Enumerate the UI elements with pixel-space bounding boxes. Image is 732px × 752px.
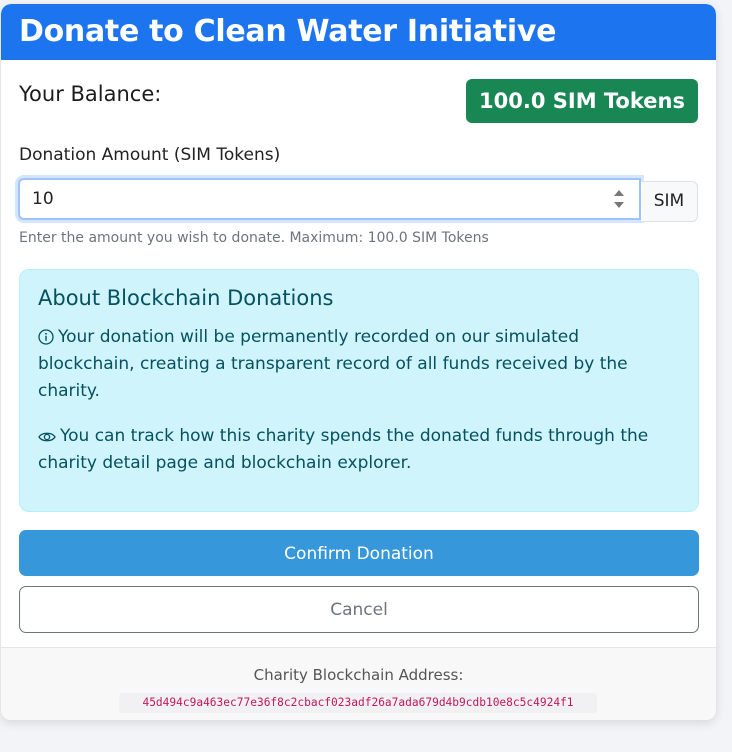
info-paragraph-record: Your donation will be permanently record…	[38, 324, 678, 405]
eye-icon	[38, 432, 56, 442]
donation-amount-field[interactable]	[18, 178, 641, 220]
balance-label: Your Balance:	[19, 82, 162, 106]
spinner-up-icon[interactable]	[614, 190, 624, 196]
info-paragraph-track-text: You can track how this charity spends th…	[38, 426, 649, 473]
donation-amount-input[interactable]	[20, 180, 624, 218]
card-header: Donate to Clean Water Initiative	[1, 4, 716, 60]
donation-card: Donate to Clean Water Initiative Your Ba…	[1, 4, 716, 720]
donation-help-text: Enter the amount you wish to donate. Max…	[19, 230, 489, 246]
confirm-donation-button[interactable]: Confirm Donation	[19, 530, 699, 576]
balance-badge: 100.0 SIM Tokens	[466, 79, 698, 123]
info-paragraph-track: You can track how this charity spends th…	[38, 423, 678, 477]
unit-addon: SIM	[641, 181, 698, 222]
info-circle-icon	[38, 329, 54, 345]
cancel-button[interactable]: Cancel	[19, 586, 699, 633]
page-title: Donate to Clean Water Initiative	[19, 14, 557, 49]
spinner-down-icon[interactable]	[614, 202, 624, 208]
charity-blockchain-address: 45d494c9a463ec77e36f8c2cbacf023adf26a7ad…	[119, 693, 597, 713]
number-spinner[interactable]	[613, 188, 625, 210]
card-footer: Charity Blockchain Address: 45d494c9a463…	[1, 647, 716, 720]
info-paragraph-record-text: Your donation will be permanently record…	[38, 327, 628, 401]
info-alert: About Blockchain Donations Your donation…	[19, 269, 699, 512]
info-title: About Blockchain Donations	[38, 286, 334, 310]
donation-amount-label: Donation Amount (SIM Tokens)	[19, 145, 281, 165]
charity-address-label: Charity Blockchain Address:	[253, 666, 464, 684]
